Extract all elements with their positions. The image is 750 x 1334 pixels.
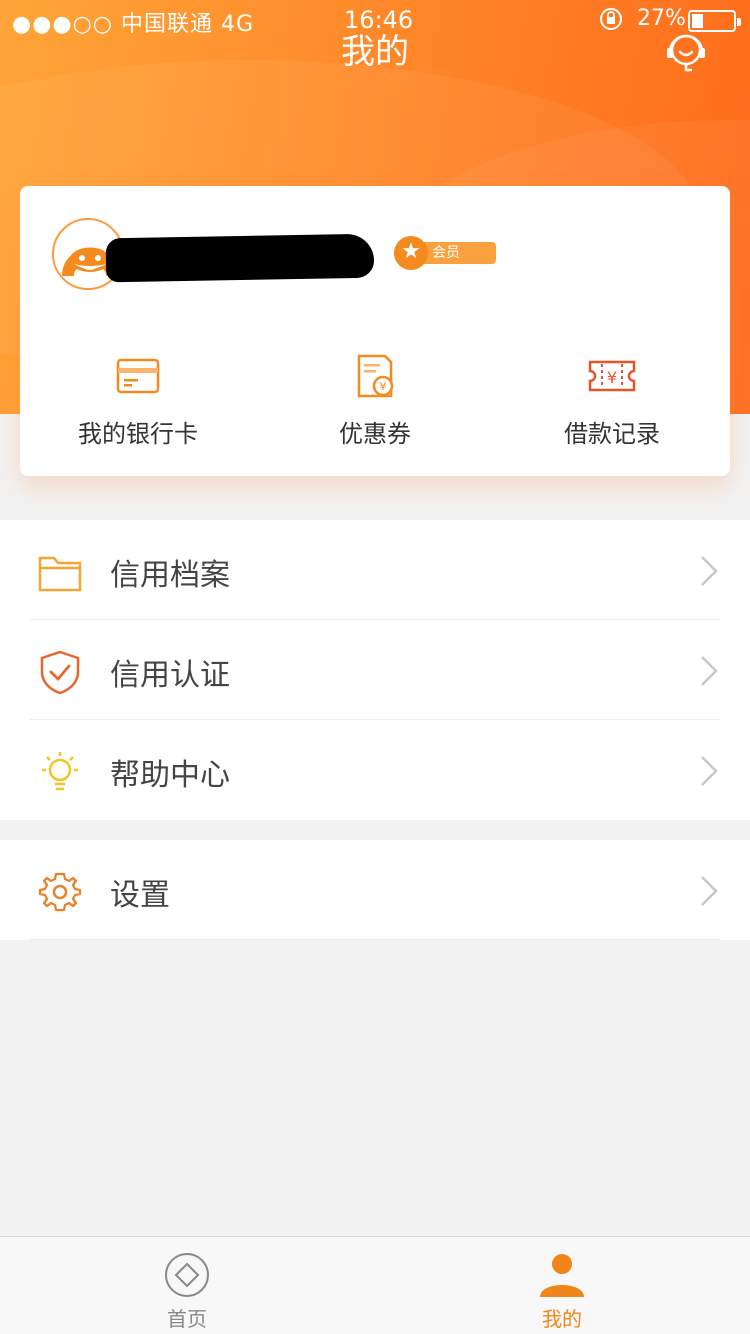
loan-record-label: 借款记录 bbox=[564, 420, 660, 448]
headset-support-icon bbox=[667, 34, 705, 72]
bank-card-icon bbox=[116, 358, 160, 394]
coupon-icon: ¥ bbox=[357, 354, 394, 398]
menu-item-label: 帮助中心 bbox=[110, 758, 230, 793]
tab-home-label: 首页 bbox=[167, 1307, 207, 1331]
coupon-label: 优惠券 bbox=[339, 420, 411, 448]
person-icon bbox=[540, 1254, 584, 1297]
menu-item-credit-profile[interactable]: 信用档案 bbox=[0, 520, 750, 620]
shield-check-icon bbox=[40, 650, 80, 694]
folder-icon bbox=[38, 556, 82, 592]
coupon-button[interactable]: ¥ 优惠券 bbox=[275, 352, 475, 449]
star-icon: ★ bbox=[394, 236, 428, 270]
loan-record-icon: ¥ bbox=[588, 360, 636, 392]
tab-mine[interactable]: 我的 bbox=[482, 1237, 642, 1334]
menu-item-credit-verification[interactable]: 信用认证 bbox=[0, 620, 750, 720]
gear-icon bbox=[38, 872, 82, 912]
member-badge-label: 会员 bbox=[416, 242, 496, 264]
chevron-right-icon bbox=[701, 656, 718, 686]
page-title: 我的 bbox=[341, 32, 409, 72]
home-diamond-icon bbox=[165, 1253, 209, 1297]
chevron-right-icon bbox=[701, 756, 718, 786]
profile-card: 会员 ★ 我的银行卡 ¥ 优惠券 ¥ 借款记录 bbox=[20, 186, 730, 476]
lightbulb-icon bbox=[42, 752, 78, 791]
tab-mine-label: 我的 bbox=[542, 1307, 582, 1331]
menu-item-label: 信用认证 bbox=[110, 658, 230, 693]
bank-card-button[interactable]: 我的银行卡 bbox=[38, 352, 238, 449]
chevron-right-icon bbox=[701, 556, 718, 586]
member-badge: 会员 ★ bbox=[394, 236, 496, 272]
menu-item-settings[interactable]: 设置 bbox=[0, 840, 750, 940]
svg-text:¥: ¥ bbox=[380, 380, 387, 393]
svg-text:¥: ¥ bbox=[607, 368, 617, 387]
menu-item-help-center[interactable]: 帮助中心 bbox=[0, 720, 750, 820]
loan-record-button[interactable]: ¥ 借款记录 bbox=[512, 352, 712, 449]
customer-service-button[interactable] bbox=[664, 30, 708, 74]
bank-card-label: 我的银行卡 bbox=[78, 420, 198, 448]
tab-bar: 首页 我的 bbox=[0, 1236, 750, 1334]
menu-item-label: 设置 bbox=[110, 878, 170, 913]
menu-group-settings: 设置 bbox=[0, 840, 750, 940]
chevron-right-icon bbox=[701, 876, 718, 906]
username-redacted bbox=[105, 233, 375, 283]
menu-item-label: 信用档案 bbox=[110, 558, 230, 593]
tab-home[interactable]: 首页 bbox=[107, 1237, 267, 1334]
menu-group-main: 信用档案 信用认证 帮助中心 bbox=[0, 520, 750, 820]
